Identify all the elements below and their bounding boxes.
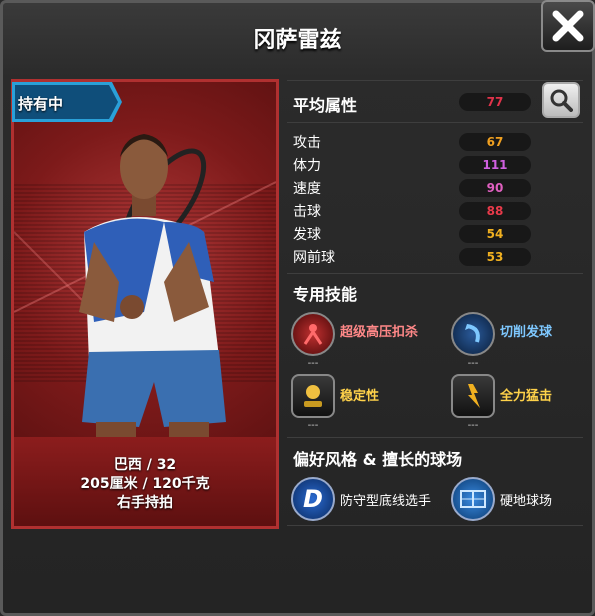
- stat-value: 88: [459, 202, 531, 220]
- player-portrait: [14, 134, 276, 442]
- average-attribute-value: 77: [459, 93, 531, 111]
- stat-value: 53: [459, 248, 531, 266]
- player-height-weight: 205厘米 / 120千克: [80, 476, 210, 492]
- smash-icon[interactable]: [291, 312, 335, 356]
- stat-label: 发球: [293, 227, 321, 243]
- stat-label: 体力: [293, 158, 321, 174]
- stat-value: 67: [459, 133, 531, 151]
- defensive-baseliner-icon[interactable]: D: [291, 477, 335, 521]
- style-court-heading: 偏好风格 & 擅长的球场: [293, 450, 463, 469]
- slice-serve-icon[interactable]: [451, 312, 495, 356]
- player-card: 巴西 / 32 205厘米 / 120千克 右手持拍: [11, 79, 279, 529]
- stability-icon[interactable]: [291, 374, 335, 418]
- owned-tag: 持有中: [12, 82, 122, 122]
- court-label: 硬地球场: [500, 494, 553, 509]
- attributes-heading: 平均属性: [293, 96, 358, 115]
- play-style-label: 防守型底线选手: [340, 494, 432, 509]
- player-name-title: 冈萨雷兹: [253, 28, 342, 53]
- player-handedness: 右手持拍: [117, 495, 173, 511]
- hard-court-icon[interactable]: [451, 477, 495, 521]
- close-button[interactable]: [541, 0, 595, 52]
- skill-label-power-hit: 全力猛击: [500, 389, 553, 404]
- stat-label: 击球: [293, 204, 321, 220]
- owned-tag-label: 持有中: [18, 95, 64, 113]
- skill-level-smash: ---: [307, 358, 319, 369]
- stat-value: 54: [459, 225, 531, 243]
- skills-heading: 专用技能: [293, 285, 358, 304]
- power-hit-icon[interactable]: [451, 374, 495, 418]
- skill-level-power-hit: ---: [467, 420, 479, 431]
- stat-label: 速度: [293, 181, 321, 197]
- skill-label-smash: 超级高压扣杀: [340, 325, 419, 340]
- stat-value: 90: [459, 179, 531, 197]
- player-country-age: 巴西 / 32: [113, 457, 177, 473]
- magnifier-icon: [550, 89, 573, 112]
- stat-label: 网前球: [293, 250, 335, 266]
- skill-label-slice-serve: 切削发球: [500, 325, 553, 340]
- skill-level-stability: ---: [307, 420, 319, 431]
- stat-label: 攻击: [293, 135, 321, 151]
- close-icon: [552, 10, 584, 42]
- skill-label-stability: 稳定性: [340, 389, 380, 404]
- stat-value: 111: [459, 156, 531, 174]
- inspect-button[interactable]: [542, 82, 580, 118]
- skill-level-slice-serve: ---: [467, 358, 479, 369]
